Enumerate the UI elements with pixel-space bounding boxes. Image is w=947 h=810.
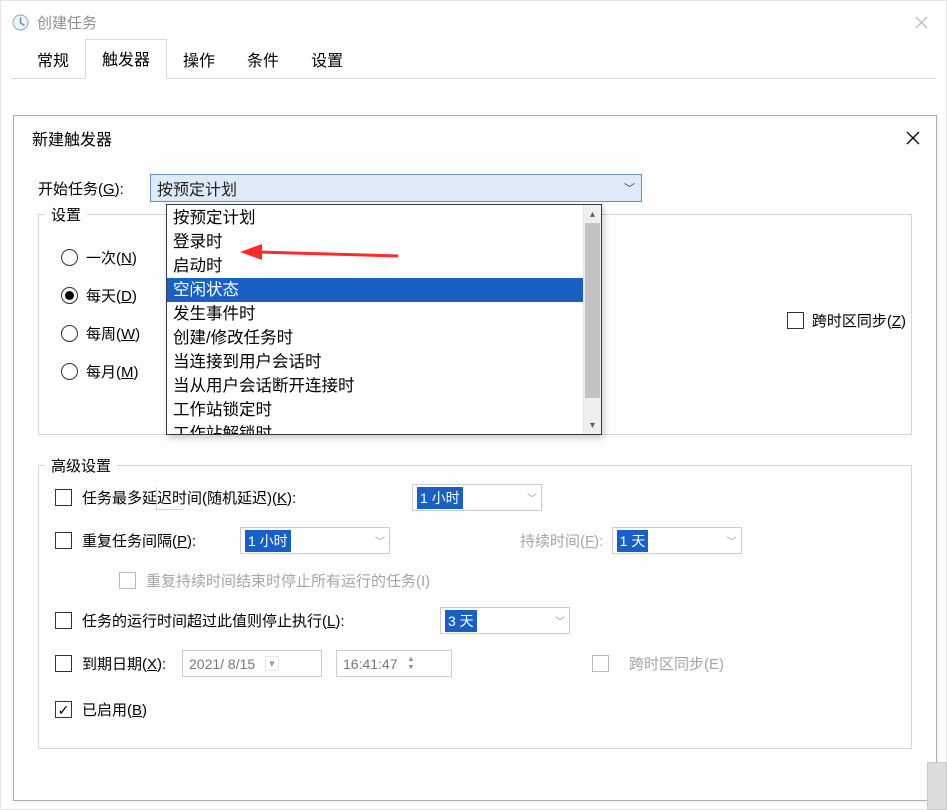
- dropdown-option[interactable]: 当连接到用户会话时: [167, 350, 583, 374]
- delay-combobox[interactable]: 1 小时 ﹀: [412, 484, 542, 511]
- settings-groupbox-title: 设置: [45, 204, 87, 225]
- expire-checkbox[interactable]: [55, 655, 72, 672]
- spinner-icon[interactable]: ▲▼: [408, 656, 415, 672]
- create-task-window: 创建任务 常规 触发器 操作 条件 设置 新建触发器 开始任务(G): 按预定计…: [0, 0, 947, 810]
- tab-bar: 常规 触发器 操作 条件 设置: [1, 43, 946, 79]
- tab-triggers[interactable]: 触发器: [85, 39, 167, 79]
- dropdown-option[interactable]: 工作站解锁时: [167, 422, 583, 434]
- tab-conditions[interactable]: 条件: [231, 41, 295, 79]
- repeat-checkbox[interactable]: [55, 532, 72, 549]
- combobox-value: 按预定计划: [157, 176, 237, 200]
- chevron-down-icon: ﹀: [375, 533, 385, 548]
- dropdown-option[interactable]: 启动时: [167, 254, 583, 278]
- inner-titlebar: 新建触发器: [14, 116, 936, 160]
- tab-general[interactable]: 常规: [21, 41, 85, 79]
- dropdown-option-selected[interactable]: 空闲状态: [167, 278, 583, 302]
- dropdown-option[interactable]: 发生事件时: [167, 302, 583, 326]
- expire-sync-label: 跨时区同步(E): [629, 653, 724, 674]
- dropdown-scrollbar[interactable]: ▴ ▾: [583, 205, 601, 434]
- expire-row: 到期日期(X): 2021/ 8/15 ▾ 16:41:47 ▲▼ 跨时区同步(…: [55, 650, 895, 677]
- dropdown-option[interactable]: 登录时: [167, 230, 583, 254]
- stop-running-row: 重复持续时间结束时停止所有运行的任务(I): [119, 570, 895, 591]
- max-runtime-row: 任务的运行时间超过此值则停止执行(L): 3 天 ﹀: [55, 607, 895, 634]
- max-runtime-combobox[interactable]: 3 天 ﹀: [440, 607, 570, 634]
- scroll-thumb[interactable]: [585, 223, 600, 398]
- delay-label: 任务最多延迟时间(随机延迟)(K):: [82, 487, 412, 508]
- dropdown-option[interactable]: 按预定计划: [167, 206, 583, 230]
- sync-timezone-checkbox-row: 跨时区同步(Z): [787, 310, 906, 331]
- inner-close-button[interactable]: [890, 116, 936, 160]
- dropdown-option[interactable]: 工作站锁定时: [167, 398, 583, 422]
- expire-time-picker[interactable]: 16:41:47 ▲▼: [336, 650, 452, 677]
- scrollbar-stub[interactable]: [927, 762, 947, 810]
- new-trigger-dialog: 新建触发器 开始任务(G): 按预定计划 ﹀ 按预定计划 登录时 启动时: [13, 115, 937, 801]
- expire-date-picker[interactable]: 2021/ 8/15 ▾: [182, 650, 322, 677]
- chevron-down-icon: ﹀: [624, 180, 635, 196]
- repeat-row: 重复任务间隔(P): 1 小时 ﹀ 持续时间(F): 1 天 ﹀: [55, 527, 895, 554]
- max-runtime-checkbox[interactable]: [55, 612, 72, 629]
- expire-label: 到期日期(X):: [82, 653, 182, 674]
- outer-close-button[interactable]: [896, 1, 946, 43]
- clock-icon: [11, 13, 29, 31]
- enabled-label: 已启用(B): [82, 699, 147, 720]
- stop-running-label: 重复持续时间结束时停止所有运行的任务(I): [146, 570, 430, 591]
- sync-timezone-label: 跨时区同步(Z): [812, 310, 906, 331]
- calendar-dropdown-icon: ▾: [265, 656, 279, 671]
- start-task-row: 开始任务(G): 按预定计划 ﹀: [38, 174, 912, 202]
- dropdown-option[interactable]: 创建/修改任务时: [167, 326, 583, 350]
- start-task-dropdown[interactable]: 按预定计划 登录时 启动时 空闲状态 发生事件时 创建/修改任务时 当连接到用户…: [166, 204, 602, 435]
- enabled-checkbox[interactable]: [55, 701, 72, 718]
- delay-checkbox[interactable]: [55, 489, 72, 506]
- chevron-down-icon: ﹀: [527, 490, 537, 505]
- repeat-label: 重复任务间隔(P):: [82, 530, 240, 551]
- outer-title: 创建任务: [37, 12, 97, 33]
- duration-combobox[interactable]: 1 天 ﹀: [612, 527, 742, 554]
- delay-row: 任务最多延迟时间(随机延迟)(K): 1 小时 ﹀: [55, 484, 895, 511]
- dropdown-list: 按预定计划 登录时 启动时 空闲状态 发生事件时 创建/修改任务时 当连接到用户…: [167, 205, 583, 434]
- dropdown-option[interactable]: 当从用户会话断开连接时: [167, 374, 583, 398]
- tab-actions[interactable]: 操作: [167, 41, 231, 79]
- enabled-row: 已启用(B): [55, 699, 895, 720]
- sync-timezone-checkbox[interactable]: [787, 312, 804, 329]
- inner-title: 新建触发器: [32, 126, 112, 150]
- scroll-down-icon[interactable]: ▾: [584, 416, 601, 434]
- tab-settings[interactable]: 设置: [295, 41, 359, 79]
- chevron-down-icon: ﹀: [555, 613, 565, 628]
- stop-running-checkbox: [119, 572, 136, 589]
- start-task-label: 开始任务(G):: [38, 178, 150, 199]
- start-task-combobox[interactable]: 按预定计划 ﹀: [150, 174, 642, 202]
- repeat-combobox[interactable]: 1 小时 ﹀: [240, 527, 390, 554]
- scroll-up-icon[interactable]: ▴: [584, 205, 601, 223]
- chevron-down-icon: ﹀: [727, 533, 737, 548]
- outer-titlebar: 创建任务: [1, 1, 946, 43]
- advanced-settings-title: 高级设置: [45, 455, 117, 476]
- max-runtime-label: 任务的运行时间超过此值则停止执行(L):: [82, 610, 440, 631]
- duration-label: 持续时间(F):: [520, 530, 612, 551]
- advanced-settings-groupbox: 高级设置 任务最多延迟时间(随机延迟)(K): 1 小时 ﹀ 重复任务间隔(P)…: [38, 465, 912, 749]
- expire-sync-checkbox: [592, 655, 609, 672]
